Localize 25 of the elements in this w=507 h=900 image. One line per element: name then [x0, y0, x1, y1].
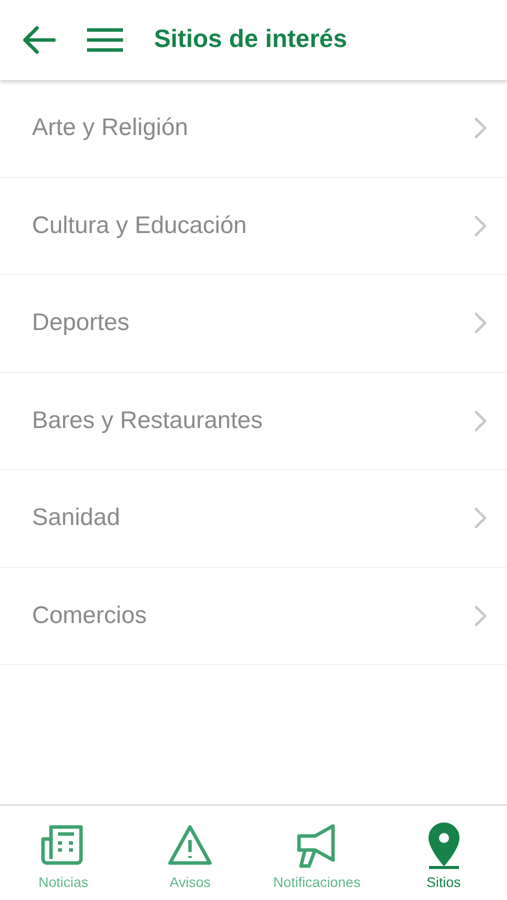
category-row[interactable]: Arte y Religión	[0, 80, 507, 178]
category-label: Deportes	[32, 308, 130, 338]
tab[interactable]: Noticias	[0, 806, 127, 900]
chevron-right-icon	[473, 410, 487, 432]
chevron-right-icon	[473, 117, 487, 140]
chevron-right-icon	[473, 312, 487, 334]
tab[interactable]: Sitios	[380, 806, 507, 900]
category-label: Arte y Religión	[32, 113, 188, 144]
category-row[interactable]: Bares y Restaurantes	[0, 372, 507, 470]
category-row[interactable]: Cultura y Educación	[0, 178, 507, 275]
chevron-right-icon	[473, 214, 487, 237]
tab[interactable]: Avisos	[126, 806, 254, 900]
category-row[interactable]: Deportes	[0, 275, 507, 372]
tab[interactable]: Notificaciones	[254, 806, 380, 900]
category-label: Sanidad	[32, 503, 120, 534]
category-row[interactable]: Sanidad	[0, 470, 507, 568]
category-label: Bares y Restaurantes	[32, 406, 263, 436]
category-label: Comercios	[32, 600, 147, 631]
chevron-right-icon	[473, 507, 487, 530]
category-row[interactable]: Comercios	[0, 568, 507, 665]
page-title: Sitios de interés	[154, 24, 348, 56]
menu-icon[interactable]	[86, 27, 124, 53]
chevron-right-icon	[473, 604, 487, 627]
category-label: Cultura y Educación	[32, 210, 247, 241]
back-icon[interactable]	[22, 25, 56, 55]
